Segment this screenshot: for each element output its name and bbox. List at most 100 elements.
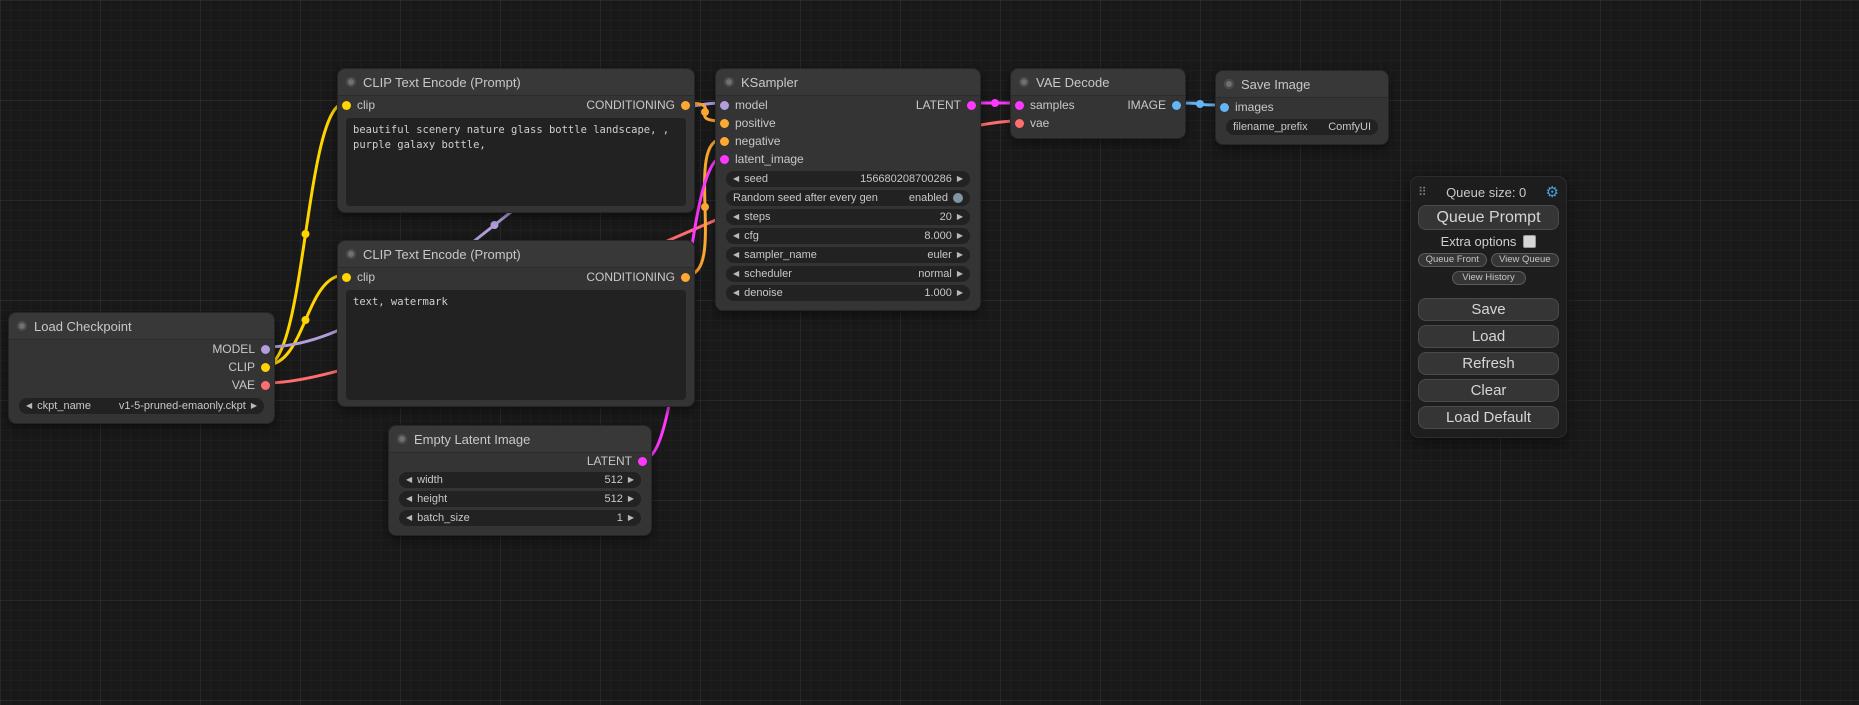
- decrement-arrow-icon[interactable]: ◀: [406, 476, 412, 484]
- decrement-arrow-icon[interactable]: ◀: [26, 402, 32, 410]
- slot-dot-latent[interactable]: [1015, 101, 1024, 110]
- increment-arrow-icon[interactable]: ▶: [628, 476, 634, 484]
- input-slot-model[interactable]: model: [720, 98, 768, 112]
- widget-batch-size[interactable]: ◀ batch_size 1 ▶: [399, 510, 641, 526]
- settings-gear-icon[interactable]: ⚙: [1546, 183, 1559, 201]
- slot-dot-image[interactable]: [1220, 103, 1229, 112]
- load-default-button[interactable]: Load Default: [1418, 406, 1559, 429]
- decrement-arrow-icon[interactable]: ◀: [733, 270, 739, 278]
- input-slot-latent-image[interactable]: latent_image: [716, 150, 980, 168]
- output-slot-conditioning[interactable]: CONDITIONING: [586, 270, 690, 284]
- prompt-textarea[interactable]: text, watermark: [346, 290, 686, 400]
- input-slot-images[interactable]: images: [1216, 98, 1388, 116]
- widget-sampler-name[interactable]: ◀ sampler_name euler ▶: [726, 247, 970, 263]
- slot-dot-model[interactable]: [261, 345, 270, 354]
- save-button[interactable]: Save: [1418, 298, 1559, 321]
- widget-seed[interactable]: ◀ seed 156680208700286 ▶: [726, 171, 970, 187]
- node-load-checkpoint[interactable]: Load Checkpoint MODEL CLIP VAE: [8, 312, 275, 424]
- toggle-dot-icon[interactable]: [953, 193, 963, 203]
- slot-dot-conditioning[interactable]: [720, 137, 729, 146]
- input-slot-clip[interactable]: clip: [342, 270, 375, 284]
- node-graph-canvas[interactable]: Load Checkpoint MODEL CLIP VAE: [0, 0, 1859, 705]
- clear-button[interactable]: Clear: [1418, 379, 1559, 402]
- output-slot-model[interactable]: MODEL: [9, 340, 274, 358]
- increment-arrow-icon[interactable]: ▶: [957, 232, 963, 240]
- node-save-image[interactable]: Save Image images filename_prefix ComfyU…: [1215, 70, 1389, 145]
- drag-handle-icon[interactable]: ⠿: [1418, 185, 1427, 199]
- collapse-dot-icon[interactable]: [346, 77, 356, 87]
- input-slot-clip[interactable]: clip: [342, 98, 375, 112]
- increment-arrow-icon[interactable]: ▶: [251, 402, 257, 410]
- slot-dot-conditioning[interactable]: [681, 101, 690, 110]
- slot-dot-clip[interactable]: [261, 363, 270, 372]
- slot-dot-latent[interactable]: [967, 101, 976, 110]
- increment-arrow-icon[interactable]: ▶: [628, 495, 634, 503]
- prompt-textarea[interactable]: beautiful scenery nature glass bottle la…: [346, 118, 686, 206]
- collapse-dot-icon[interactable]: [1019, 77, 1029, 87]
- decrement-arrow-icon[interactable]: ◀: [733, 251, 739, 259]
- node-clip-text-encode-negative[interactable]: CLIP Text Encode (Prompt) clip CONDITION…: [337, 240, 695, 407]
- decrement-arrow-icon[interactable]: ◀: [406, 495, 412, 503]
- input-slot-vae[interactable]: vae: [1011, 114, 1185, 132]
- refresh-button[interactable]: Refresh: [1418, 352, 1559, 375]
- decrement-arrow-icon[interactable]: ◀: [733, 232, 739, 240]
- slot-dot-clip[interactable]: [342, 101, 351, 110]
- increment-arrow-icon[interactable]: ▶: [957, 251, 963, 259]
- node-title-bar[interactable]: KSampler: [716, 69, 980, 96]
- widget-random-seed-toggle[interactable]: Random seed after every gen enabled: [726, 190, 970, 206]
- input-slot-samples[interactable]: samples: [1015, 98, 1075, 112]
- slot-dot-latent[interactable]: [638, 457, 647, 466]
- node-title-bar[interactable]: Load Checkpoint: [9, 313, 274, 340]
- increment-arrow-icon[interactable]: ▶: [957, 289, 963, 297]
- slot-dot-clip[interactable]: [342, 273, 351, 282]
- collapse-dot-icon[interactable]: [346, 249, 356, 259]
- output-slot-latent[interactable]: LATENT: [916, 98, 976, 112]
- widget-scheduler[interactable]: ◀ scheduler normal ▶: [726, 266, 970, 282]
- node-ksampler[interactable]: KSampler model LATENT positive: [715, 68, 981, 311]
- collapse-dot-icon[interactable]: [17, 321, 27, 331]
- node-vae-decode[interactable]: VAE Decode samples IMAGE vae: [1010, 68, 1186, 139]
- increment-arrow-icon[interactable]: ▶: [628, 514, 634, 522]
- widget-steps[interactable]: ◀ steps 20 ▶: [726, 209, 970, 225]
- widget-width[interactable]: ◀ width 512 ▶: [399, 472, 641, 488]
- slot-dot-conditioning[interactable]: [681, 273, 690, 282]
- output-slot-conditioning[interactable]: CONDITIONING: [586, 98, 690, 112]
- node-title-bar[interactable]: Empty Latent Image: [389, 426, 651, 453]
- load-button[interactable]: Load: [1418, 325, 1559, 348]
- slot-dot-conditioning[interactable]: [720, 119, 729, 128]
- slot-dot-vae[interactable]: [261, 381, 270, 390]
- input-slot-positive[interactable]: positive: [716, 114, 980, 132]
- node-title-bar[interactable]: Save Image: [1216, 71, 1388, 98]
- widget-cfg[interactable]: ◀ cfg 8.000 ▶: [726, 228, 970, 244]
- queue-front-button[interactable]: Queue Front: [1418, 253, 1487, 267]
- input-slot-negative[interactable]: negative: [716, 132, 980, 150]
- node-title-bar[interactable]: CLIP Text Encode (Prompt): [338, 69, 694, 96]
- slot-dot-model[interactable]: [720, 101, 729, 110]
- node-title-bar[interactable]: VAE Decode: [1011, 69, 1185, 96]
- output-slot-vae[interactable]: VAE: [9, 376, 274, 394]
- decrement-arrow-icon[interactable]: ◀: [406, 514, 412, 522]
- decrement-arrow-icon[interactable]: ◀: [733, 289, 739, 297]
- output-slot-image[interactable]: IMAGE: [1127, 98, 1181, 112]
- widget-denoise[interactable]: ◀ denoise 1.000 ▶: [726, 285, 970, 301]
- widget-height[interactable]: ◀ height 512 ▶: [399, 491, 641, 507]
- slot-dot-latent[interactable]: [720, 155, 729, 164]
- increment-arrow-icon[interactable]: ▶: [957, 213, 963, 221]
- view-history-button[interactable]: View History: [1452, 271, 1526, 285]
- decrement-arrow-icon[interactable]: ◀: [733, 213, 739, 221]
- collapse-dot-icon[interactable]: [724, 77, 734, 87]
- slot-dot-vae[interactable]: [1015, 119, 1024, 128]
- collapse-dot-icon[interactable]: [1224, 79, 1234, 89]
- collapse-dot-icon[interactable]: [397, 434, 407, 444]
- increment-arrow-icon[interactable]: ▶: [957, 270, 963, 278]
- widget-ckpt-name[interactable]: ◀ ckpt_name v1-5-pruned-emaonly.ckpt ▶: [19, 398, 264, 414]
- widget-filename-prefix[interactable]: filename_prefix ComfyUI: [1226, 119, 1378, 135]
- queue-prompt-button[interactable]: Queue Prompt: [1418, 205, 1559, 230]
- output-slot-clip[interactable]: CLIP: [9, 358, 274, 376]
- increment-arrow-icon[interactable]: ▶: [957, 175, 963, 183]
- node-empty-latent-image[interactable]: Empty Latent Image LATENT ◀ width 512 ▶ …: [388, 425, 652, 536]
- decrement-arrow-icon[interactable]: ◀: [733, 175, 739, 183]
- node-clip-text-encode-positive[interactable]: CLIP Text Encode (Prompt) clip CONDITION…: [337, 68, 695, 213]
- view-queue-button[interactable]: View Queue: [1491, 253, 1560, 267]
- slot-dot-image[interactable]: [1172, 101, 1181, 110]
